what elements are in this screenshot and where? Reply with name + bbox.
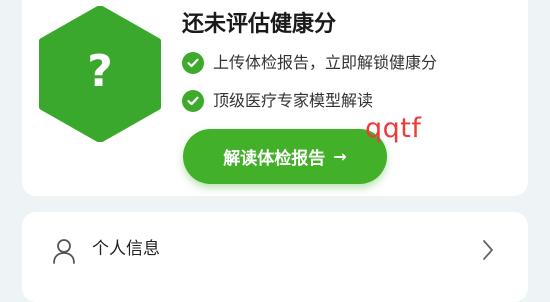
personal-info-label: 个人信息 [92, 239, 160, 259]
feature-item-upload: 上传体检报告，立即解锁健康分 [182, 51, 437, 75]
question-mark-icon: ? [87, 46, 113, 97]
feature-item-expert: 顶级医疗专家模型解读 [182, 89, 373, 113]
chevron-right-icon [482, 239, 494, 261]
arrow-right-icon: → [333, 147, 347, 166]
interpret-report-button[interactable]: 解读体检报告 → [183, 129, 387, 184]
feature-text: 顶级医疗专家模型解读 [213, 91, 374, 110]
feature-text: 上传体检报告，立即解锁健康分 [213, 53, 438, 72]
card-title: 还未评估健康分 [182, 12, 337, 37]
check-circle-icon [182, 90, 204, 112]
watermark-text: qqtf [365, 113, 422, 144]
interpret-report-label: 解读体检报告 [223, 149, 326, 169]
check-circle-icon [182, 52, 204, 74]
person-icon [52, 238, 76, 264]
